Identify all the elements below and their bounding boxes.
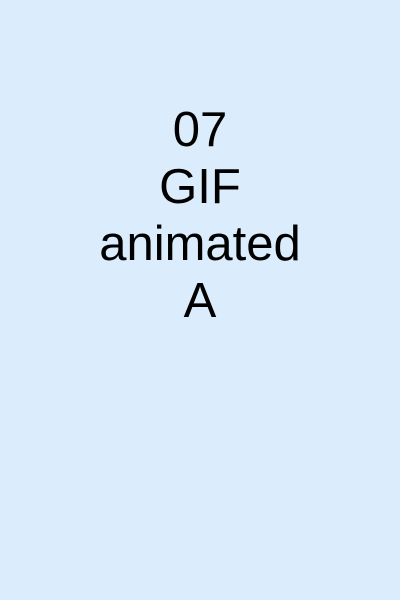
caption-line-type: animated xyxy=(99,217,301,271)
placeholder-frame: 07 GIF animated A xyxy=(0,0,400,600)
caption-line-variant: A xyxy=(183,274,217,328)
placeholder-caption: 07 GIF animated A xyxy=(0,102,400,330)
caption-line-number: 07 xyxy=(172,103,228,157)
caption-line-format: GIF xyxy=(159,160,241,214)
